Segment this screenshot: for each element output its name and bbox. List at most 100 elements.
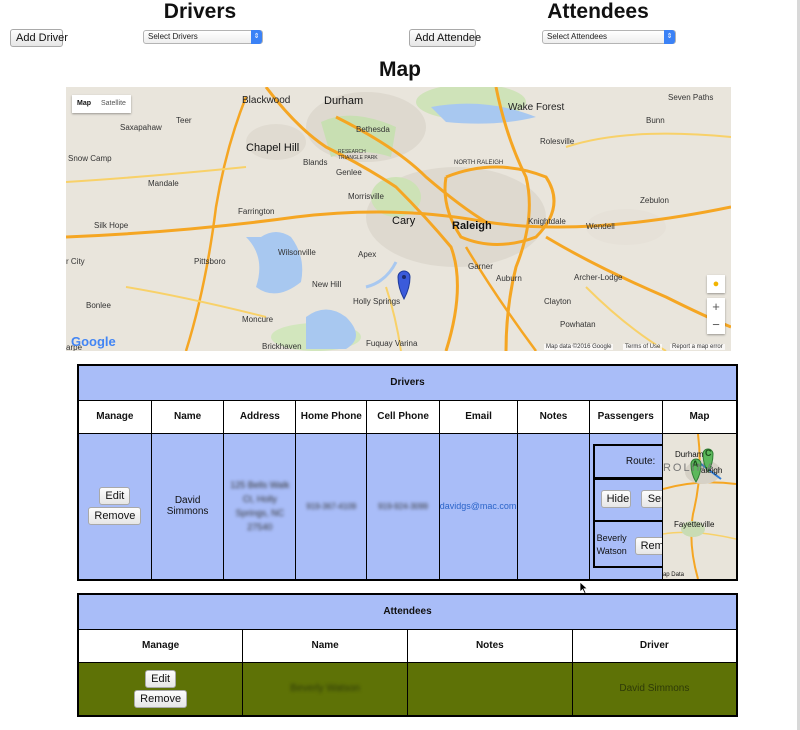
driver-email-link[interactable]: davidgs@mac.com [440, 501, 517, 511]
select-drivers-dropdown[interactable]: Select Drivers ⇕ [143, 30, 263, 44]
passengers-cell: Route: Hide Send Beverly Watson Remove [588, 432, 663, 580]
edit-attendee-button[interactable]: Edit [145, 669, 177, 688]
manage-cell: Edit Remove [77, 661, 244, 717]
table-row: Edit Remove David Simmons 125 Bells Walk… [77, 432, 738, 580]
map-label: RESEARCH TRIANGLE PARK [338, 149, 378, 161]
map-label: NORTH RALEIGH [454, 160, 504, 166]
mini-map-footer: ap Data [662, 571, 684, 578]
column-header: Name [242, 628, 408, 663]
attendees-table: Attendees Manage Name Notes Driver Edit … [77, 593, 738, 717]
location-marker-icon [397, 270, 411, 301]
map-report-link[interactable]: Report a map error [670, 344, 725, 350]
attendee-name: Beverly Watson [242, 661, 408, 717]
map-label: Pittsboro [194, 257, 226, 266]
dropdown-arrow-icon: ⇕ [251, 30, 262, 44]
select-drivers-value: Select Drivers [148, 32, 198, 41]
remove-driver-button[interactable]: Remove [88, 507, 142, 525]
remove-attendee-button[interactable]: Remove [134, 689, 188, 708]
map-type-map[interactable]: Map [72, 95, 96, 113]
edit-driver-button[interactable]: Edit [99, 487, 131, 505]
attendees-table-caption: Attendees [77, 593, 738, 630]
map-label: r City [66, 257, 85, 266]
add-driver-button[interactable]: Add Driver [10, 29, 68, 47]
select-attendees-value: Select Attendees [547, 32, 608, 41]
passenger-name: Beverly Watson [596, 532, 627, 556]
hide-route-button[interactable]: Hide [600, 489, 631, 508]
map-label: Bunn [646, 116, 665, 125]
map-label: Genlee [336, 168, 362, 177]
zoom-control[interactable]: + − [707, 298, 725, 334]
map-label: Saxapahaw [120, 123, 162, 132]
map-label: Holly Springs [353, 297, 401, 306]
column-header: Notes [517, 399, 590, 434]
driver-cell-phone: 919-924-3099 [366, 432, 440, 580]
map-label: Wilsonville [278, 248, 316, 257]
dropdown-arrow-icon: ⇕ [664, 30, 675, 44]
column-header: Passengers [588, 399, 663, 434]
route-label: Route: [625, 455, 656, 467]
driver-notes [517, 432, 590, 580]
column-header: Home Phone [295, 399, 368, 434]
mini-map-label: Durham [674, 449, 704, 459]
passenger-list-item: Beverly Watson Remove [592, 520, 662, 568]
table-row: Edit Remove Beverly Watson David Simmons [77, 661, 738, 717]
column-header: Driver [571, 628, 738, 663]
map-label: Cary [392, 215, 416, 227]
zoom-out-button[interactable]: − [707, 316, 725, 334]
map-canvas[interactable]: Map Satellite Blackwood Durham Wake Fore… [66, 87, 731, 351]
map-label: Powhatan [560, 320, 596, 329]
map-label: Wake Forest [508, 102, 565, 113]
map-label: Bonlee [86, 301, 111, 310]
zoom-in-button[interactable]: + [707, 298, 725, 316]
remove-passenger-button[interactable]: Remove [634, 536, 662, 555]
map-label: Snow Camp [68, 154, 112, 163]
driver-email[interactable]: davidgs@mac.com [438, 432, 519, 580]
map-label: Durham [324, 95, 364, 107]
manage-cell: Edit Remove [77, 432, 152, 580]
route-actions-row: Hide Send [592, 478, 662, 521]
route-row: Route: [592, 443, 662, 479]
map-label: Seven Paths [668, 93, 714, 102]
map-terms-link[interactable]: Terms of Use [623, 344, 663, 350]
drivers-table-caption: Drivers [77, 364, 738, 401]
attendee-driver: David Simmons [571, 661, 738, 717]
pegman-icon[interactable]: ● [707, 275, 725, 293]
map-label: Apex [358, 250, 377, 259]
map-label: Rolesville [540, 137, 575, 146]
drivers-table: Drivers Manage Name Address Home Phone C… [77, 364, 738, 581]
map-label: Auburn [496, 274, 522, 283]
add-attendee-button[interactable]: Add Attendee [409, 29, 481, 47]
map-label: Fuquay Varina [366, 339, 418, 348]
map-label: Zebulon [640, 196, 669, 205]
map-label: Garner [468, 262, 493, 271]
column-header: Manage [77, 399, 152, 434]
mini-map-label: ROLINA [662, 461, 716, 474]
attendees-heading: Attendees [547, 0, 649, 23]
map-attribution: Map data ©2016 Google [544, 344, 614, 350]
map-label: Clayton [544, 297, 572, 306]
select-attendees-dropdown[interactable]: Select Attendees ⇕ [542, 30, 676, 44]
drivers-heading: Drivers [163, 0, 237, 23]
column-header: Manage [77, 628, 244, 663]
map-label: Teer [176, 116, 192, 125]
map-type-control[interactable]: Map Satellite [72, 95, 131, 113]
map-type-satellite[interactable]: Satellite [96, 95, 131, 113]
mini-map-label: Fayetteville [673, 519, 715, 529]
map-label: Chapel Hill [246, 142, 300, 154]
map-label: Bethesda [356, 125, 390, 134]
map-label: Silk Hope [94, 221, 129, 230]
mini-map-marker-c: C [704, 447, 712, 458]
google-logo: Google [71, 334, 116, 349]
map-label: Blackwood [242, 95, 291, 106]
driver-name: David Simmons [150, 432, 225, 580]
send-route-button[interactable]: Send [640, 489, 662, 508]
column-header: Address [223, 399, 297, 434]
map-label: Blands [303, 158, 328, 167]
map-label: Knightdale [528, 217, 566, 226]
driver-home-phone: 919-367-4109 [295, 432, 368, 580]
driver-route-map[interactable]: A C Durham aleigh ROLINA Fayetteville ap… [661, 432, 738, 580]
map-label: Wendell [586, 222, 615, 231]
map-label: Mandale [148, 179, 179, 188]
map-label: New Hill [312, 280, 342, 289]
map-label: Raleigh [452, 220, 492, 232]
